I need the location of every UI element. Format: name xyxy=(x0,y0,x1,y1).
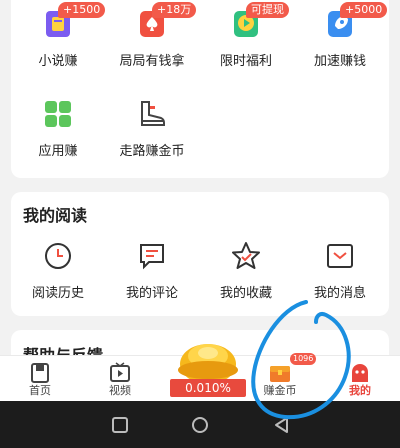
reading-card: 我的阅读 阅读历史 我的评论 我的收藏 我的消息 xyxy=(11,192,389,316)
earn-item-poker[interactable]: +18万 局局有钱拿 xyxy=(105,2,199,69)
earn-badge: +5000 xyxy=(340,2,388,18)
apps-grid-icon xyxy=(42,98,74,130)
earn-item-accelerate[interactable]: +5000 加速赚钱 xyxy=(293,2,388,69)
play-coin-icon: 可提现 xyxy=(230,2,289,40)
reading-item-favorites[interactable]: 我的收藏 xyxy=(199,240,293,301)
reading-item-messages[interactable]: 我的消息 xyxy=(293,240,387,301)
rocket-icon: +5000 xyxy=(324,2,388,40)
earn-badge: +18万 xyxy=(152,2,197,18)
tab-mine[interactable]: 我的 xyxy=(320,356,400,402)
poker-icon: +18万 xyxy=(136,2,197,40)
book-icon: +1500 xyxy=(42,2,106,40)
recents-button[interactable] xyxy=(110,415,130,435)
earn-item-novel[interactable]: +1500 小说赚 xyxy=(11,2,106,69)
clock-icon xyxy=(42,240,74,272)
reading-label: 阅读历史 xyxy=(31,286,84,301)
earn-card: +1500 小说赚 +18万 局局有钱拿 可提现 限时福利 +5000 加速赚钱… xyxy=(11,0,389,178)
earn-label: 小说赚 xyxy=(38,54,78,69)
back-button[interactable] xyxy=(272,415,292,435)
home-icon xyxy=(30,362,50,384)
earn-item-limited[interactable]: 可提现 限时福利 xyxy=(199,2,293,69)
message-icon xyxy=(324,240,356,272)
tab-video[interactable]: 视频 xyxy=(80,356,160,402)
earn-label: 加速赚钱 xyxy=(313,54,366,69)
earn-item-walk[interactable]: 走路赚金币 xyxy=(105,98,199,159)
coin-count-badge: 1096 xyxy=(290,353,317,365)
earn-label: 走路赚金币 xyxy=(119,144,185,159)
profile-icon xyxy=(350,362,370,384)
treasure-chest-icon xyxy=(268,362,292,384)
reading-label: 我的收藏 xyxy=(219,286,272,301)
section-title: 我的阅读 xyxy=(23,206,88,225)
earn-item-apps[interactable]: 应用赚 xyxy=(11,98,105,159)
reward-percent-label[interactable]: 0.010% xyxy=(170,379,246,397)
earn-badge: 可提现 xyxy=(246,2,289,18)
tab-label: 赚金币 xyxy=(263,384,297,397)
earn-label: 应用赚 xyxy=(38,144,78,159)
tab-label: 首页 xyxy=(29,384,51,397)
star-icon xyxy=(230,240,262,272)
reading-label: 我的消息 xyxy=(313,286,366,301)
tab-label: 我的 xyxy=(349,384,371,397)
video-icon xyxy=(110,362,130,384)
comment-icon xyxy=(136,240,168,272)
earn-label: 限时福利 xyxy=(219,54,272,69)
tab-home[interactable]: 首页 xyxy=(0,356,80,402)
home-button[interactable] xyxy=(190,415,210,435)
tab-label: 视频 xyxy=(109,384,131,397)
reading-label: 我的评论 xyxy=(125,286,178,301)
reading-item-comments[interactable]: 我的评论 xyxy=(105,240,199,301)
system-nav-bar xyxy=(0,401,400,448)
reading-item-history[interactable]: 阅读历史 xyxy=(11,240,105,301)
earn-label: 局局有钱拿 xyxy=(119,54,185,69)
earn-badge: +1500 xyxy=(58,2,106,18)
shoe-icon xyxy=(136,98,168,130)
